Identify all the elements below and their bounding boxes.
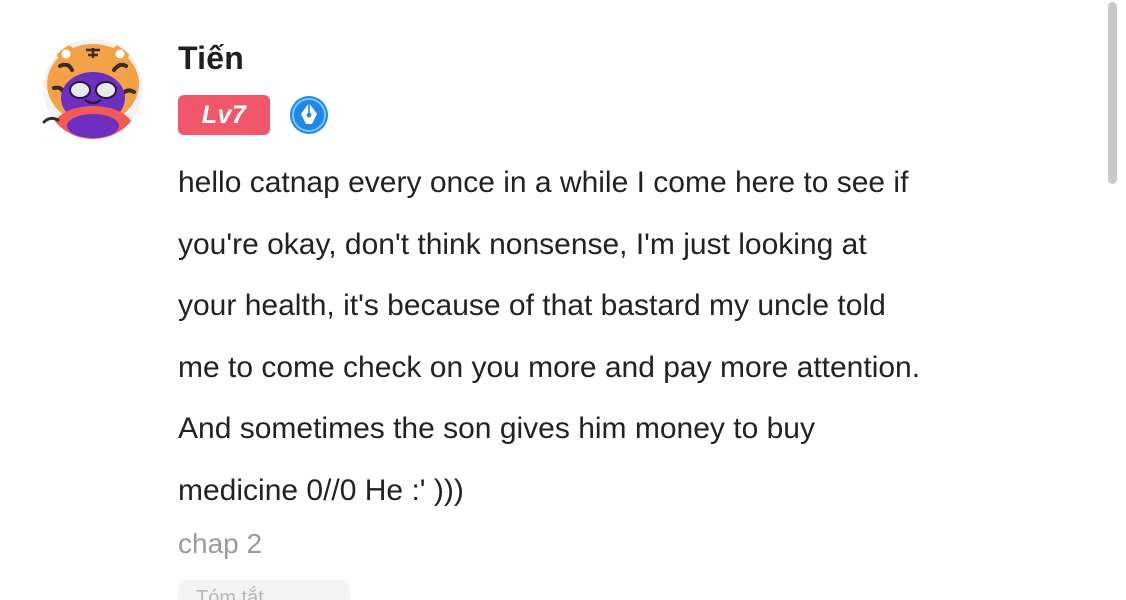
pen-nib-badge-icon	[290, 96, 328, 134]
author-name[interactable]: Tiến	[178, 40, 244, 77]
scrollbar-thumb[interactable]	[1108, 2, 1117, 184]
comment-post: Tiến Lv7 hello catnap every once in a wh…	[0, 0, 1126, 600]
level-badge: Lv7	[178, 95, 270, 135]
author-badges: Lv7	[178, 94, 330, 136]
summary-button[interactable]: Tóm tắt	[178, 580, 350, 600]
content-line: your health, it's because of that bastar…	[178, 289, 886, 322]
chapter-tag[interactable]: chap 2	[178, 528, 262, 560]
scrollbar[interactable]	[1108, 0, 1118, 600]
content-line: And sometimes the son gives him money to…	[178, 412, 815, 445]
tiger-cat-avatar-icon[interactable]	[40, 36, 146, 142]
content-line: medicine 0//0 He :' )))	[178, 473, 464, 507]
content-line: you're okay, don't think nonsense, I'm j…	[178, 227, 867, 261]
content-line: hello catnap every once in a while I com…	[178, 166, 909, 199]
post-content: hello catnap every once in a while I com…	[178, 152, 1078, 521]
content-line: me to come check on you more and pay mor…	[178, 350, 921, 384]
